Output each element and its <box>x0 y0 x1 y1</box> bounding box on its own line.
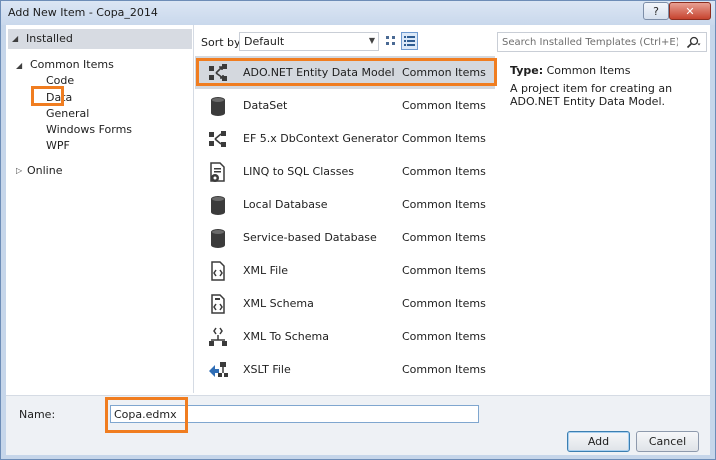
tree-node-windows-forms[interactable]: Windows Forms <box>46 123 132 136</box>
xslt-file-icon <box>209 362 228 377</box>
cancel-button[interactable]: Cancel <box>636 431 699 452</box>
template-category: Common Items <box>402 297 486 310</box>
window-title: Add New Item - Copa_2014 <box>8 6 158 19</box>
template-name: XML File <box>243 264 289 277</box>
add-button[interactable]: Add <box>567 431 630 452</box>
template-category: Common Items <box>402 99 486 112</box>
search-icon[interactable] <box>685 36 701 49</box>
template-type: Type: Common Items <box>510 64 630 77</box>
template-info-pane: Type: Common Items A project item for cr… <box>498 56 710 393</box>
template-category: Common Items <box>402 132 486 145</box>
template-row-ef-dbcontext-generator[interactable]: EF 5.x DbContext Generator Common Items <box>195 122 495 155</box>
template-name: XML To Schema <box>243 330 329 343</box>
template-row-service-based-database[interactable]: Service-based Database Common Items <box>195 221 495 254</box>
sort-by-dropdown[interactable]: Default ▼ <box>239 32 379 51</box>
template-category: Common Items <box>402 165 486 178</box>
tree-node-general[interactable]: General <box>46 107 89 120</box>
database-icon <box>211 229 225 248</box>
template-category: Common Items <box>402 264 486 277</box>
add-new-item-dialog: Add New Item - Copa_2014 ? ✕ ◢ Installed… <box>0 0 716 460</box>
template-list: ADO.NET Entity Data Model Common Items D… <box>195 56 495 393</box>
entity-generator-icon <box>209 131 226 147</box>
template-row-xslt-file[interactable]: XSLT File Common Items <box>195 353 495 386</box>
chevron-down-icon: ▼ <box>368 36 375 45</box>
list-view-button[interactable] <box>401 32 418 50</box>
database-icon <box>211 97 225 116</box>
category-tree: ◢ Installed ◢ Common Items Code Data Gen… <box>6 25 194 393</box>
template-row-linq-to-sql-classes[interactable]: LINQ to SQL Classes Common Items <box>195 155 495 188</box>
tree-label-installed: Installed <box>26 32 73 45</box>
title-bar: Add New Item - Copa_2014 ? ✕ <box>1 1 715 25</box>
grid-view-icon <box>386 36 395 45</box>
tree-node-installed[interactable]: ◢ Installed <box>8 29 192 49</box>
template-category: Common Items <box>402 363 486 376</box>
small-icons-view-button[interactable] <box>382 32 399 50</box>
template-name: Service-based Database <box>243 231 377 244</box>
template-name: XML Schema <box>243 297 314 310</box>
xml-file-icon <box>211 261 225 281</box>
template-name: XSLT File <box>243 363 291 376</box>
name-label: Name: <box>19 408 56 421</box>
expanded-triangle-icon: ◢ <box>16 61 23 70</box>
data-node-highlight <box>31 86 64 106</box>
template-category: Common Items <box>402 231 486 244</box>
linq-document-icon <box>210 162 225 182</box>
sort-by-value: Default <box>244 35 285 48</box>
template-name: Local Database <box>243 198 328 211</box>
template-category: Common Items <box>402 330 486 343</box>
template-row-xml-to-schema[interactable]: XML To Schema Common Items <box>195 320 495 353</box>
type-label: Type: <box>510 64 544 77</box>
tree-node-wpf[interactable]: WPF <box>46 139 70 152</box>
xml-schema-icon <box>211 294 225 314</box>
tree-node-online[interactable]: Online <box>27 164 62 177</box>
template-category: Common Items <box>402 198 486 211</box>
template-row-dataset[interactable]: DataSet Common Items <box>195 89 495 122</box>
type-value: Common Items <box>546 64 631 77</box>
name-field-highlight <box>105 397 188 433</box>
dialog-body: ◢ Installed ◢ Common Items Code Data Gen… <box>6 25 710 455</box>
sort-by-label: Sort by: <box>201 36 244 49</box>
list-view-icon <box>404 36 415 46</box>
xml-to-schema-icon <box>209 327 227 346</box>
template-description: A project item for creating an ADO.NET E… <box>510 82 673 108</box>
tree-node-common-items[interactable]: Common Items <box>30 58 114 71</box>
database-icon <box>211 196 225 215</box>
collapsed-triangle-icon: ▷ <box>16 166 23 175</box>
search-templates-box[interactable] <box>497 32 707 52</box>
help-button[interactable]: ? <box>643 2 669 20</box>
template-row-xml-file[interactable]: XML File Common Items <box>195 254 495 287</box>
template-row-xml-schema[interactable]: XML Schema Common Items <box>195 287 495 320</box>
close-button[interactable]: ✕ <box>669 2 711 20</box>
template-name: LINQ to SQL Classes <box>243 165 354 178</box>
expanded-triangle-icon: ◢ <box>12 34 19 43</box>
template-row-local-database[interactable]: Local Database Common Items <box>195 188 495 221</box>
template-name: EF 5.x DbContext Generator <box>243 132 399 145</box>
template-name: DataSet <box>243 99 288 112</box>
selected-template-highlight <box>196 58 497 86</box>
search-input[interactable] <box>498 33 678 51</box>
